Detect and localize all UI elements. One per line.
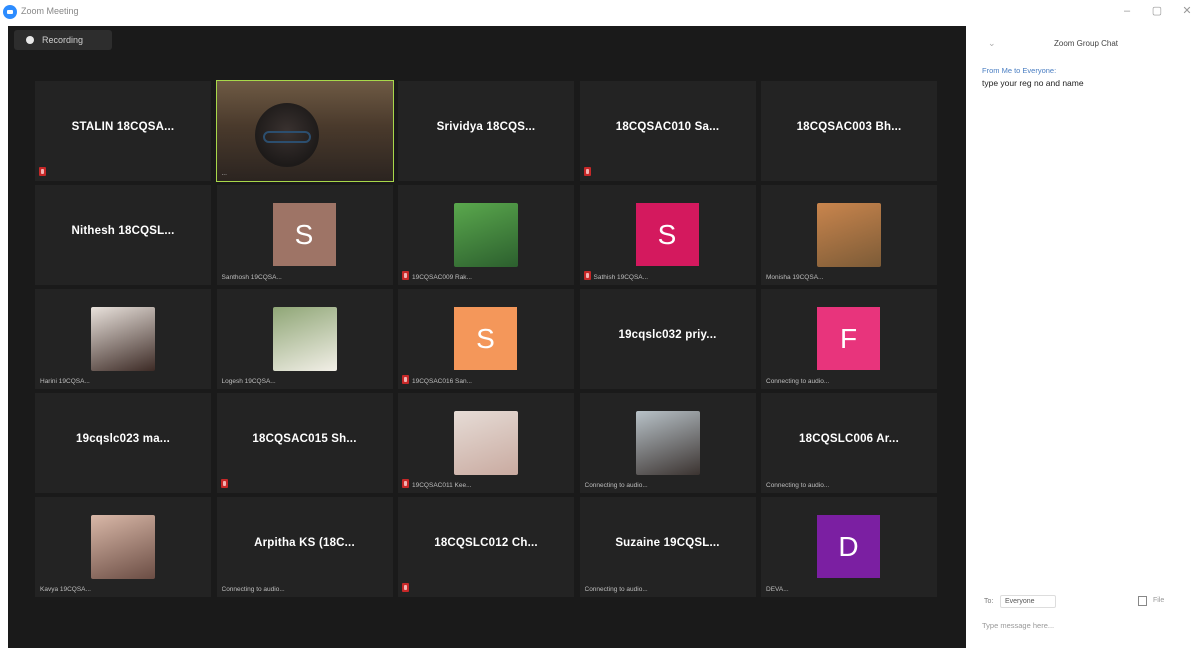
participant-photo-icon (91, 515, 155, 579)
participant-name: Srividya 18CQS... (436, 121, 536, 133)
participant-photo-icon (817, 203, 881, 267)
participant-label: Logesh 19CQSA... (221, 378, 276, 385)
participant-label: ... (221, 170, 227, 177)
participant-label: 19CQSAC009 Rak... (412, 274, 472, 281)
participant-tile[interactable]: Nithesh 18CQSL... (35, 185, 211, 285)
participant-tile[interactable]: F Connecting to audio... (761, 289, 937, 389)
participant-tile[interactable]: Suzaine 19CQSL... Connecting to audio... (579, 497, 756, 597)
participant-name: Nithesh 18CQSL... (71, 225, 175, 237)
recording-indicator[interactable]: Recording (14, 30, 112, 50)
chat-title: Zoom Group Chat (1054, 39, 1119, 48)
minimize-button[interactable]: – (1120, 4, 1134, 18)
close-button[interactable]: ✕ (1180, 4, 1194, 18)
participant-label: Sathish 19CQSA... (593, 274, 649, 281)
muted-mic-icon (402, 583, 409, 592)
video-feed (216, 81, 393, 181)
participant-name: Arpitha KS (18C... (254, 537, 355, 549)
participant-label: Connecting to audio... (584, 482, 648, 489)
participant-tile[interactable]: 19cqslc023 ma... (35, 393, 211, 493)
participant-tile[interactable]: 19CQSAC011 Kee... (398, 393, 574, 493)
participant-photo-icon (91, 307, 155, 371)
window-title: Zoom Meeting (21, 6, 79, 16)
muted-mic-icon (402, 479, 409, 488)
avatar: S (635, 203, 699, 266)
file-button-label[interactable]: File (1153, 597, 1164, 604)
chat-message: type your reg no and name (982, 78, 1084, 88)
participant-tile[interactable]: 19CQSAC009 Rak... (398, 185, 574, 285)
zoom-window: Zoom Meeting – ▢ ✕ Recording STALIN 18CQ… (0, 0, 1202, 650)
participant-photo-icon (272, 307, 337, 371)
chat-message-input[interactable] (982, 618, 1182, 632)
participant-tile[interactable]: ... (215, 80, 394, 182)
participant-tile[interactable]: 18CQSLC012 Ch... (398, 497, 574, 597)
participant-tile[interactable]: 18CQSLC006 Ar... Connecting to audio... (761, 393, 937, 493)
participant-tile[interactable]: 18CQSAC003 Bh... (761, 81, 937, 181)
meeting-area: Recording STALIN 18CQSA...... Srividya 18… (8, 26, 966, 648)
muted-mic-icon (402, 375, 409, 384)
participant-name: 19cqslc032 priy... (618, 329, 717, 341)
participant-label: Connecting to audio... (766, 378, 830, 385)
participant-photo-icon (454, 411, 518, 475)
zoom-logo-icon (3, 5, 17, 19)
participant-label: 19CQSAC016 San... (412, 378, 472, 385)
chat-to-label: To: (984, 598, 994, 605)
gallery-grid: STALIN 18CQSA...... Srividya 18CQS... 18CQ… (35, 80, 940, 601)
participant-photo-icon (454, 203, 518, 267)
participant-name: 18CQSAC010 Sa... (615, 121, 720, 133)
participant-label: Santhosh 19CQSA... (221, 274, 282, 281)
participant-tile[interactable]: S Sathish 19CQSA... (579, 185, 756, 285)
avatar: D (817, 515, 880, 578)
muted-mic-icon (220, 479, 228, 488)
participant-tile[interactable]: STALIN 18CQSA... (35, 81, 211, 181)
participant-tile[interactable]: Connecting to audio... (579, 393, 756, 493)
chevron-down-icon[interactable]: ⌄ (988, 38, 996, 49)
muted-mic-icon (402, 271, 409, 280)
participant-tile[interactable]: Monisha 19CQSA... (761, 185, 937, 285)
title-bar: Zoom Meeting – ▢ ✕ (0, 0, 1202, 26)
participant-tile[interactable]: Srividya 18CQS... (398, 81, 574, 181)
file-icon[interactable] (1138, 596, 1147, 606)
participant-tile[interactable]: Arpitha KS (18C... Connecting to audio... (216, 497, 393, 597)
participant-label: Harini 19CQSA... (40, 378, 90, 385)
participant-label: 19CQSAC011 Kee... (412, 482, 472, 489)
participant-tile[interactable]: 18CQSAC015 Sh... (216, 393, 393, 493)
participant-photo-icon (635, 411, 700, 475)
chat-sender: From Me to Everyone: (982, 66, 1057, 75)
video-glasses (262, 131, 311, 143)
participant-label: Connecting to audio... (766, 482, 830, 489)
muted-mic-icon (583, 167, 591, 176)
participant-tile[interactable]: S Santhosh 19CQSA... (216, 185, 393, 285)
participant-tile[interactable]: 19cqslc032 priy... (579, 289, 756, 389)
participant-name: 18CQSAC003 Bh... (796, 121, 902, 133)
participant-label: Connecting to audio... (584, 586, 648, 593)
participant-label: Monisha 19CQSA... (766, 274, 824, 281)
record-icon (26, 36, 34, 44)
participant-tile[interactable]: Logesh 19CQSA... (216, 289, 393, 389)
avatar: S (454, 307, 517, 370)
avatar: S (272, 203, 336, 266)
participant-name: 18CQSAC015 Sh... (252, 433, 357, 445)
participant-name: 18CQSLC006 Ar... (799, 433, 899, 445)
participant-tile[interactable]: Kavya 19CQSA... (35, 497, 211, 597)
participant-label: Connecting to audio... (221, 586, 285, 593)
participant-tile[interactable]: D DEVA... (761, 497, 937, 597)
chat-panel: ⌄ Zoom Group Chat From Me to Everyone: t… (966, 26, 1202, 650)
participant-name: 19cqslc023 ma... (76, 433, 170, 445)
muted-mic-icon (39, 167, 46, 176)
participant-tile[interactable]: S 19CQSAC016 San... (398, 289, 574, 389)
maximize-button[interactable]: ▢ (1150, 4, 1164, 18)
chat-recipient-dropdown[interactable]: Everyone (1000, 595, 1056, 608)
participant-name: STALIN 18CQSA... (71, 121, 175, 133)
participant-label: Kavya 19CQSA... (40, 586, 91, 593)
avatar: F (817, 307, 880, 370)
participant-tile[interactable]: 18CQSAC010 Sa... (579, 81, 756, 181)
muted-mic-icon (583, 271, 591, 280)
participant-name: 18CQSLC012 Ch... (434, 537, 538, 549)
participant-label: DEVA... (766, 586, 789, 593)
participant-name: Suzaine 19CQSL... (615, 537, 720, 549)
participant-tile[interactable]: Harini 19CQSA... (35, 289, 211, 389)
recording-label: Recording (42, 35, 84, 45)
